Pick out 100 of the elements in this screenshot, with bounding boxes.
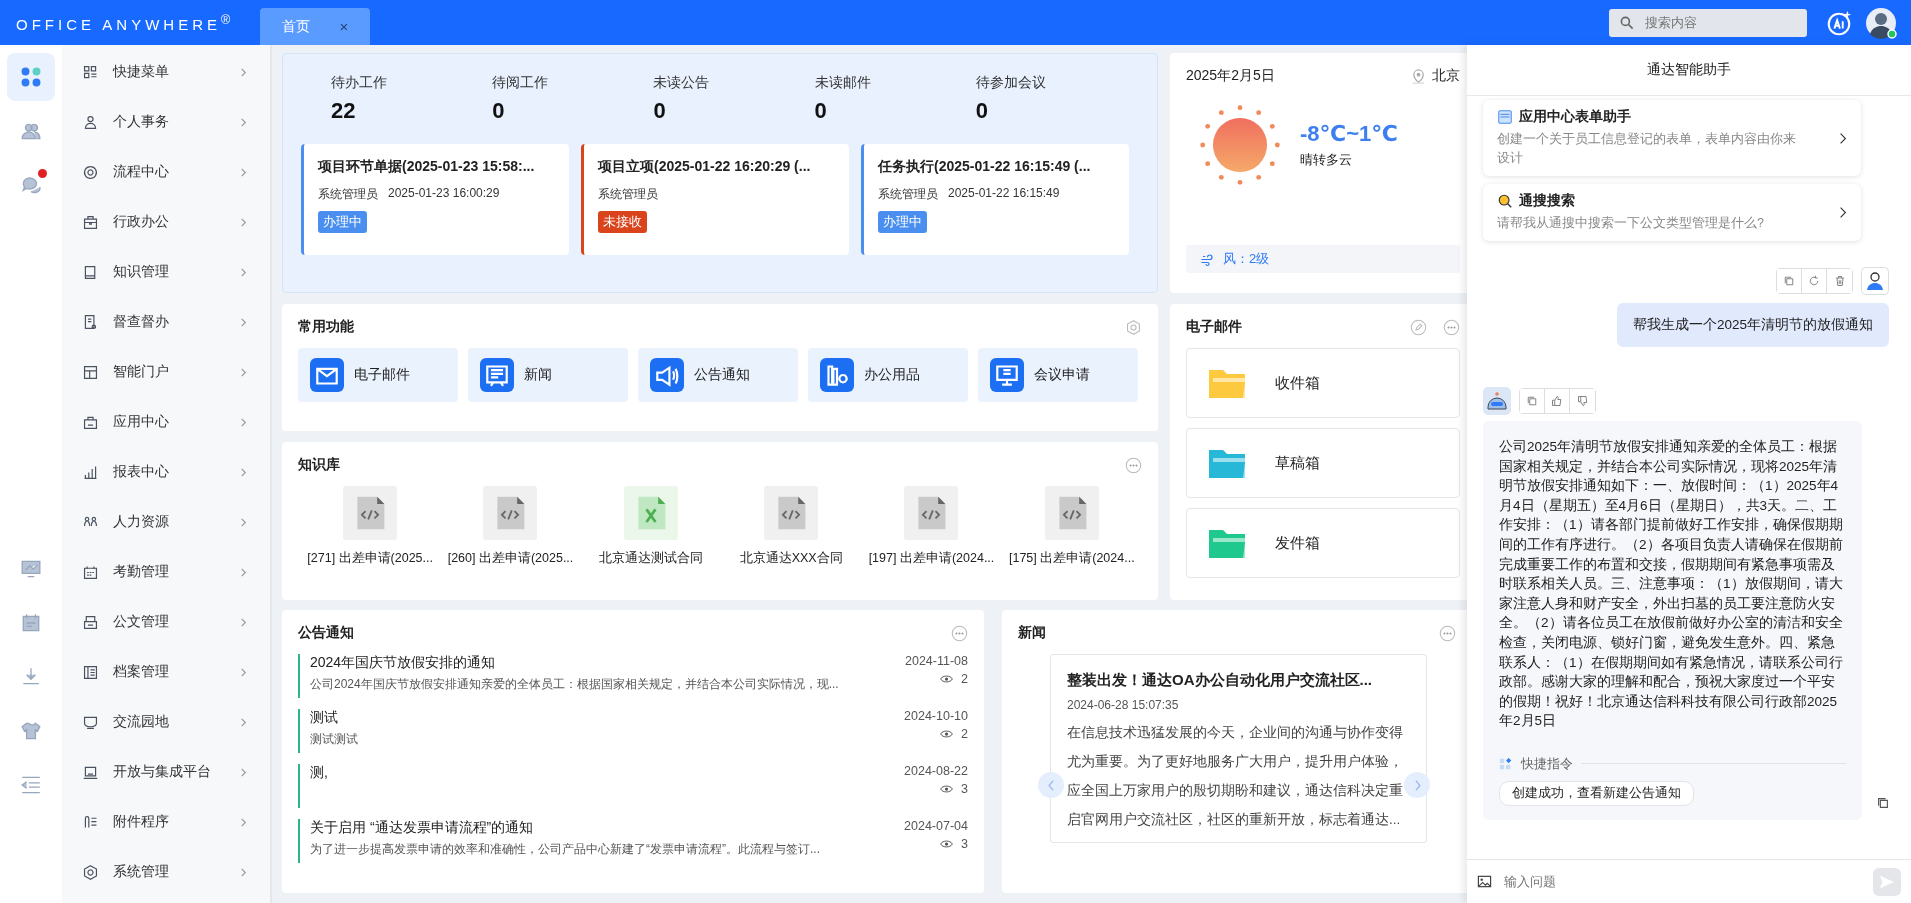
stat-value[interactable]: 22 bbox=[331, 98, 493, 124]
settings-icon[interactable] bbox=[1125, 318, 1142, 336]
menu-item[interactable]: 个人事务 bbox=[62, 97, 270, 147]
mail-folder[interactable]: 发件箱 bbox=[1186, 508, 1460, 578]
menu-item[interactable]: 开放与集成平台 bbox=[62, 747, 270, 797]
document-name[interactable]: 北京通达XXX合同 bbox=[739, 550, 843, 567]
menu-label[interactable]: 开放与集成平台 bbox=[113, 763, 225, 781]
home-tab[interactable]: 首页 × bbox=[260, 8, 370, 45]
copy-button[interactable] bbox=[1520, 389, 1545, 413]
menu-item[interactable]: 人力资源 bbox=[62, 497, 270, 547]
send-button[interactable] bbox=[1873, 867, 1901, 896]
menu-label[interactable]: 档案管理 bbox=[113, 663, 225, 681]
function-shortcut[interactable]: 会议申请 bbox=[978, 348, 1138, 402]
document-item[interactable]: 北京通达测试合同 bbox=[580, 486, 721, 567]
menu-label[interactable]: 知识管理 bbox=[113, 263, 225, 281]
function-label[interactable]: 会议申请 bbox=[1034, 366, 1090, 384]
menu-item[interactable]: 智能门户 bbox=[62, 347, 270, 397]
function-label[interactable]: 公告通知 bbox=[694, 366, 750, 384]
notice-item[interactable]: 2024年国庆节放假安排的通知 公司2024年国庆节放假安排通知亲爱的全体员工：根据国家相关规定，并结合本公司实际情况，现... 2024-11-08 2 bbox=[298, 654, 968, 698]
menu-item[interactable]: 档案管理 bbox=[62, 647, 270, 697]
ai-sparkle-icon[interactable] bbox=[1825, 8, 1853, 37]
shortcut-chip[interactable]: 创建成功，查看新建公告通知 bbox=[1499, 780, 1694, 806]
menu-item[interactable]: 系统管理 bbox=[62, 847, 270, 897]
more-icon[interactable] bbox=[1439, 624, 1456, 642]
stat-value[interactable]: 0 bbox=[653, 98, 815, 124]
task-card[interactable]: 项目立项(2025-01-22 16:20:29 (... 系统管理员 未接收 bbox=[581, 144, 849, 255]
image-icon[interactable] bbox=[1477, 874, 1492, 889]
document-item[interactable]: 北京通达XXX合同 bbox=[721, 486, 862, 567]
document-name[interactable]: [260] 出差申请(2025... bbox=[447, 550, 574, 567]
menu-item[interactable]: 应用中心 bbox=[62, 397, 270, 447]
notice-item[interactable]: 测试 测试测试 2024-10-10 2 bbox=[298, 709, 968, 753]
function-label[interactable]: 新闻 bbox=[524, 366, 552, 384]
menu-item[interactable]: 报表中心 bbox=[62, 447, 270, 497]
document-name[interactable]: [175] 出差申请(2024... bbox=[1008, 550, 1135, 567]
menu-label[interactable]: 快捷菜单 bbox=[113, 63, 225, 81]
stat-value[interactable]: 0 bbox=[492, 98, 654, 124]
rail-button[interactable] bbox=[7, 53, 55, 101]
search-field[interactable]: 搜索内容 bbox=[1643, 14, 1777, 31]
edit-icon[interactable] bbox=[1410, 318, 1427, 336]
menu-label[interactable]: 流程中心 bbox=[113, 163, 225, 181]
avatar[interactable] bbox=[1865, 6, 1897, 39]
notice-title[interactable]: 测, bbox=[310, 764, 905, 782]
menu-item[interactable]: 督查督办 bbox=[62, 297, 270, 347]
stat-value[interactable]: 0 bbox=[814, 98, 976, 124]
menu-label[interactable]: 考勤管理 bbox=[113, 563, 225, 581]
document-name[interactable]: [197] 出差申请(2024... bbox=[868, 550, 995, 567]
previous-button[interactable] bbox=[1038, 772, 1064, 798]
next-button[interactable] bbox=[1404, 772, 1430, 798]
function-shortcut[interactable]: 办公用品 bbox=[808, 348, 968, 402]
notice-item[interactable]: 测, 2024-08-22 3 bbox=[298, 764, 968, 808]
menu-item[interactable]: 行政办公 bbox=[62, 197, 270, 247]
question-field[interactable]: 输入问题 bbox=[1502, 873, 1863, 890]
menu-item[interactable]: 知识管理 bbox=[62, 247, 270, 297]
copy-button[interactable] bbox=[1777, 269, 1802, 293]
menu-label[interactable]: 督查督办 bbox=[113, 313, 225, 331]
menu-label[interactable]: 个人事务 bbox=[113, 113, 225, 131]
menu-item[interactable]: 交流园地 bbox=[62, 697, 270, 747]
menu-label[interactable]: 智能门户 bbox=[113, 363, 225, 381]
document-item[interactable]: [260] 出差申请(2025... bbox=[440, 486, 581, 567]
menu-label[interactable]: 人力资源 bbox=[113, 513, 225, 531]
news-headline[interactable]: 整装出发！通达OA办公自动化用户交流社区... bbox=[1067, 671, 1412, 690]
document-name[interactable]: [271] 出差申请(2025... bbox=[307, 550, 433, 567]
more-icon[interactable] bbox=[1125, 456, 1142, 474]
menu-label[interactable]: 交流园地 bbox=[113, 713, 225, 731]
suggestion-card[interactable]: 通搜搜索 请帮我从通搜中搜索一下公文类型管理是什么? bbox=[1483, 184, 1861, 241]
menu-label[interactable]: 公文管理 bbox=[113, 613, 225, 631]
menu-label[interactable]: 系统管理 bbox=[113, 863, 225, 881]
menu-item[interactable]: 附件程序 bbox=[62, 797, 270, 847]
function-shortcut[interactable]: 新闻 bbox=[468, 348, 628, 402]
notice-item[interactable]: 关于启用 “通达发票申请流程”的通知 为了进一步提高发票申请的效率和准确性，公司产品中心新建了“发票申请流程”。此流程与签订... 2024-07-04 3 bbox=[298, 819, 968, 863]
notice-title[interactable]: 测试 bbox=[310, 709, 905, 727]
folder-label[interactable]: 收件箱 bbox=[1275, 373, 1320, 393]
document-item[interactable]: [175] 出差申请(2024... bbox=[1001, 486, 1142, 567]
notice-title[interactable]: 关于启用 “通达发票申请流程”的通知 bbox=[310, 819, 905, 837]
menu-label[interactable]: 报表中心 bbox=[113, 463, 225, 481]
stat-value[interactable]: 0 bbox=[975, 98, 1137, 124]
document-item[interactable]: [271] 出差申请(2025... bbox=[300, 486, 441, 567]
more-icon[interactable] bbox=[951, 624, 968, 642]
function-label[interactable]: 办公用品 bbox=[864, 366, 920, 384]
document-name[interactable]: 北京通达测试合同 bbox=[598, 550, 703, 567]
search-box[interactable]: 搜索内容 bbox=[1609, 8, 1807, 37]
menu-item[interactable]: 流程中心 bbox=[62, 147, 270, 197]
menu-item[interactable]: 公文管理 bbox=[62, 597, 270, 647]
tab-close-button[interactable]: × bbox=[339, 18, 349, 35]
function-label[interactable]: 电子邮件 bbox=[354, 366, 410, 384]
folder-label[interactable]: 发件箱 bbox=[1275, 533, 1320, 553]
menu-label[interactable]: 行政办公 bbox=[113, 213, 225, 231]
function-shortcut[interactable]: 公告通知 bbox=[638, 348, 798, 402]
notice-title[interactable]: 2024年国庆节放假安排的通知 bbox=[310, 654, 905, 672]
menu-label[interactable]: 应用中心 bbox=[113, 413, 225, 431]
more-icon[interactable] bbox=[1443, 318, 1460, 336]
folder-label[interactable]: 草稿箱 bbox=[1275, 453, 1320, 473]
suggestion-card[interactable]: 应用中心表单助手 创建一个关于员工信息登记的表单，表单内容由你来设计 bbox=[1483, 100, 1861, 176]
task-card[interactable]: 任务执行(2025-01-22 16:15:49 (... 系统管理员 2025-01-22 16:15:49 办理中 bbox=[861, 144, 1129, 255]
copy-icon[interactable] bbox=[1876, 795, 1890, 810]
mail-folder[interactable]: 收件箱 bbox=[1186, 348, 1460, 418]
menu-item[interactable]: 快捷菜单 bbox=[62, 47, 270, 97]
menu-item[interactable]: 考勤管理 bbox=[62, 547, 270, 597]
menu-label[interactable]: 附件程序 bbox=[113, 813, 225, 831]
document-item[interactable]: [197] 出差申请(2024... bbox=[861, 486, 1002, 567]
